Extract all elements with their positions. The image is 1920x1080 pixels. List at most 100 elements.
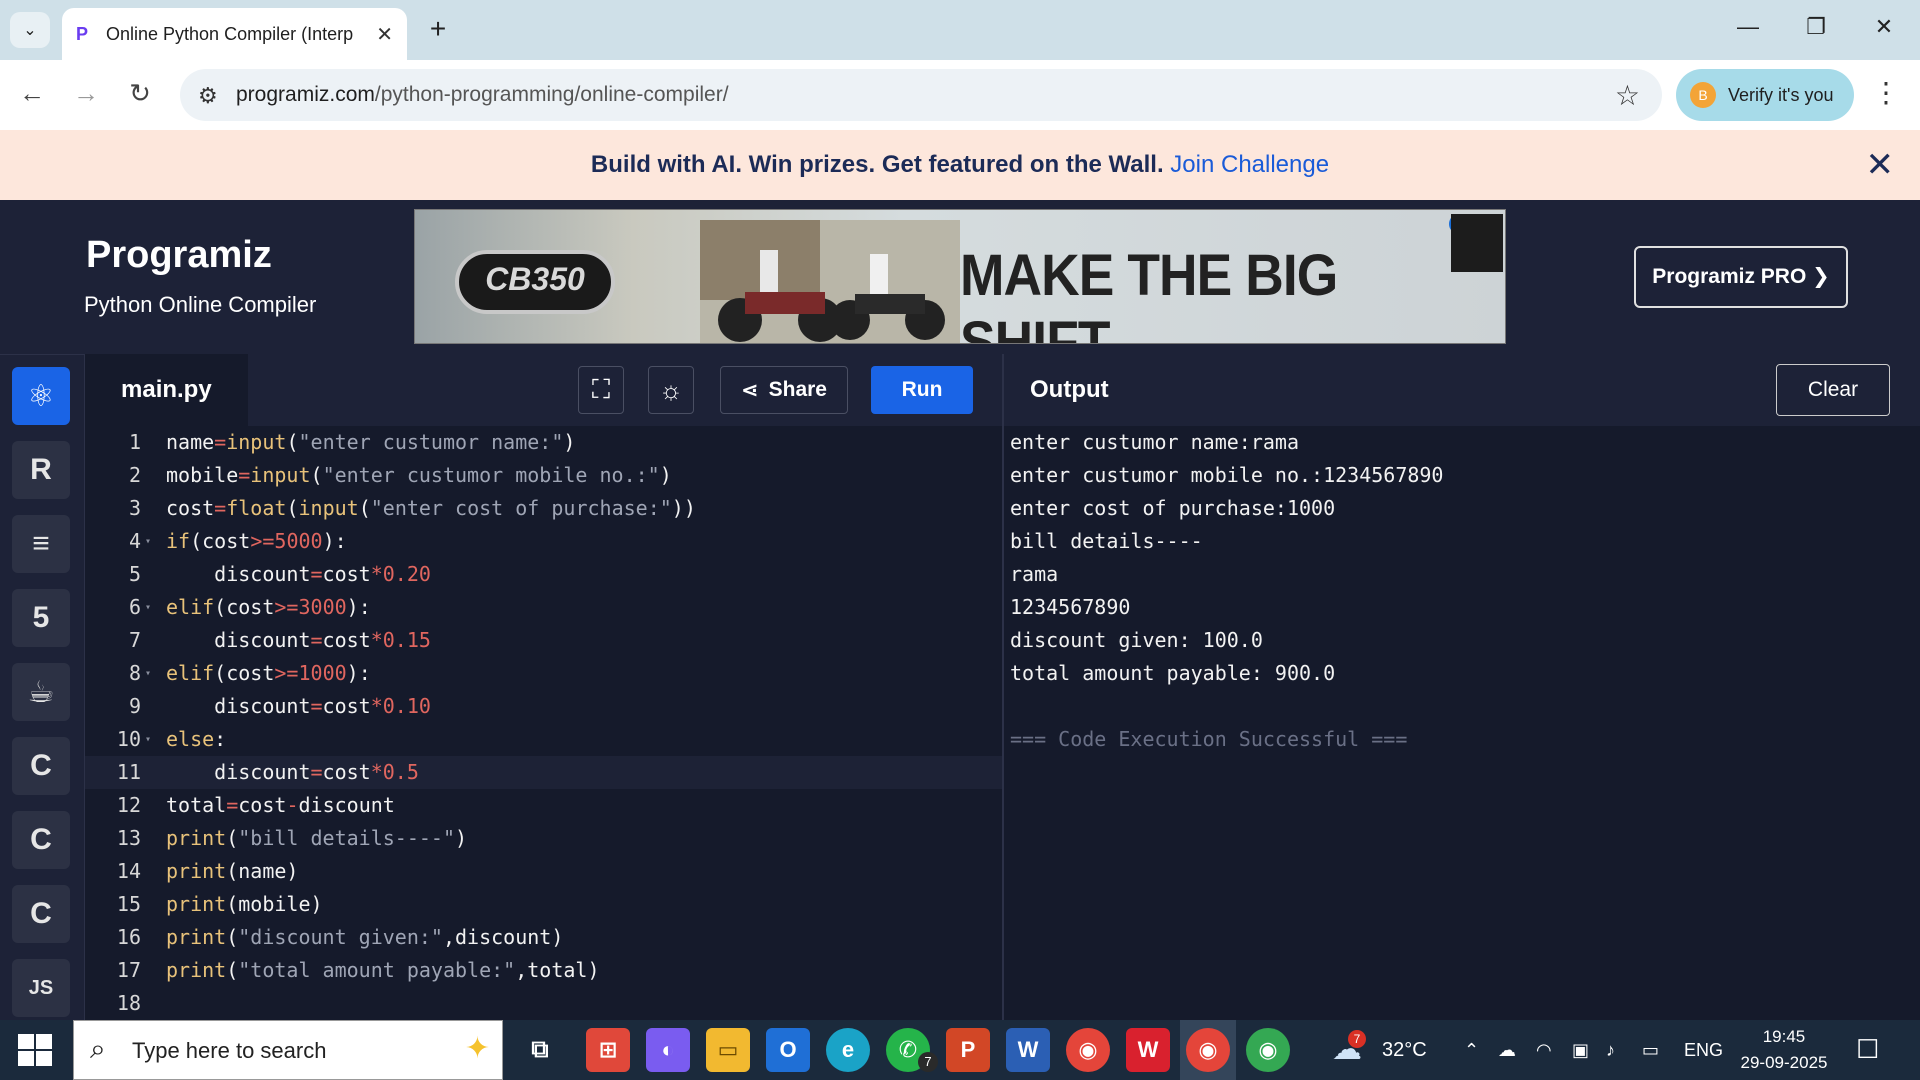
line-number: 7	[128, 628, 141, 652]
url-text[interactable]: programiz.com/python-programming/online-…	[236, 83, 729, 107]
code-line[interactable]: 8 ▾ elif(cost>=1000):	[85, 657, 1003, 690]
share-button[interactable]: ⋖ Share	[720, 366, 848, 414]
battery-icon[interactable]: ▭	[1642, 1020, 1659, 1080]
code-line[interactable]: 16 print("discount given:",discount)	[85, 921, 1003, 954]
advertisement-banner[interactable]: CB350 MAKE THE BIG SHIFT i	[414, 209, 1506, 344]
notification-icon[interactable]: ☐	[1856, 1034, 1879, 1065]
wifi-icon[interactable]: ◠	[1536, 1020, 1552, 1080]
fold-toggle-icon[interactable]: ▾	[145, 657, 151, 690]
weather-icon[interactable]: ☁	[1332, 1020, 1362, 1080]
code-line[interactable]: 10 ▾ else:	[85, 723, 1003, 756]
code-line[interactable]: 6 ▾ elif(cost>=3000):	[85, 591, 1003, 624]
volume-icon[interactable]: ♪	[1606, 1020, 1615, 1080]
code-text: total=cost-discount	[166, 793, 395, 817]
code-line[interactable]: 17 print("total amount payable:",total)	[85, 954, 1003, 987]
taskbar-search[interactable]: ⌕ Type here to search ✦	[73, 1020, 503, 1080]
window-close-icon[interactable]: ✕	[1864, 14, 1904, 40]
sidebar-item-cpp[interactable]: C	[12, 811, 70, 869]
address-toolbar: ← → ↻ ⚙ programiz.com/python-programming…	[0, 60, 1920, 130]
outlook-icon[interactable]: O	[766, 1028, 810, 1072]
programiz-logo[interactable]: Programiz	[86, 234, 272, 277]
code-line[interactable]: 15 print(mobile)	[85, 888, 1003, 921]
new-tab-button[interactable]: +	[422, 14, 454, 46]
line-number: 1	[128, 430, 141, 454]
url-bar[interactable]: ⚙ programiz.com/python-programming/onlin…	[180, 69, 1662, 121]
fold-toggle-icon[interactable]: ▾	[145, 723, 151, 756]
code-line[interactable]: 3 cost=float(input("enter cost of purchas…	[85, 492, 1003, 525]
code-text: discount=cost*0.10	[166, 694, 431, 718]
sidebar-item-python[interactable]: ⚛	[12, 367, 70, 425]
sidebar-item-c[interactable]: C	[12, 737, 70, 795]
meet-icon[interactable]: ▣	[1572, 1020, 1589, 1080]
code-area[interactable]: 1 name=input("enter custumor name:") 2 mobi…	[85, 426, 1003, 1020]
file-explorer-icon[interactable]: ▭	[706, 1028, 750, 1072]
reload-icon[interactable]: ↻	[122, 78, 158, 109]
code-text: elif(cost>=1000):	[166, 661, 371, 685]
windows-start-icon[interactable]	[18, 1034, 52, 1066]
fold-toggle-icon[interactable]: ▾	[145, 525, 151, 558]
clock[interactable]: 19:45 29-09-2025	[1736, 1024, 1832, 1076]
theme-toggle-button[interactable]: ☼	[648, 366, 694, 414]
code-line[interactable]: 14 print(name)	[85, 855, 1003, 888]
code-line[interactable]: 7 discount=cost*0.15	[85, 624, 1003, 657]
output-console[interactable]: enter custumor name:rama enter custumor m…	[1010, 426, 1443, 756]
promo-close-icon[interactable]: ✕	[1866, 130, 1895, 200]
sidebar-item-java[interactable]: ☕	[12, 663, 70, 721]
avatar: B	[1690, 82, 1716, 108]
file-tab-main-py[interactable]: main.py	[85, 354, 248, 426]
sidebar-item-js[interactable]: JS	[12, 959, 70, 1017]
sidebar-item-sql[interactable]: ≡	[12, 515, 70, 573]
code-line[interactable]: 4 ▾ if(cost>=5000):	[85, 525, 1003, 558]
language-indicator[interactable]: ENG	[1684, 1020, 1723, 1080]
minimize-icon[interactable]: —	[1728, 14, 1768, 40]
url-host: programiz.com	[236, 83, 375, 106]
editor-toolbar: main.py ⛶ ☼ ⋖ Share Run	[85, 354, 1003, 426]
forward-icon[interactable]: →	[68, 78, 104, 109]
browser-tab[interactable]: P Online Python Compiler (Interp ✕	[62, 8, 407, 60]
code-line[interactable]: 18	[85, 987, 1003, 1020]
chrome-icon[interactable]: ◉	[1066, 1028, 1110, 1072]
sidebar-item-csharp[interactable]: C	[12, 885, 70, 943]
windows-taskbar: ⌕ Type here to search ✦ ⧉ ⊞ ◐ ▭ O e ✆ 7 …	[0, 1020, 1920, 1080]
share-label: Share	[768, 378, 827, 401]
fullscreen-button[interactable]: ⛶	[578, 366, 624, 414]
csharp-icon: C	[30, 897, 52, 930]
sidebar-item-r[interactable]: R	[12, 441, 70, 499]
browser-menu-icon[interactable]: ⋮	[1872, 76, 1900, 109]
powerpoint-icon[interactable]: P	[946, 1028, 990, 1072]
programiz-pro-button[interactable]: Programiz PRO ❯	[1634, 246, 1848, 308]
tab-close-icon[interactable]: ✕	[376, 22, 393, 47]
chrome-profile-icon[interactable]: ◉	[1186, 1028, 1230, 1072]
code-line[interactable]: 9 discount=cost*0.10	[85, 690, 1003, 723]
code-line[interactable]: 1 name=input("enter custumor name:")	[85, 426, 1003, 459]
clear-button[interactable]: Clear	[1776, 364, 1890, 416]
database-icon: ≡	[32, 527, 50, 560]
run-button[interactable]: Run	[871, 366, 973, 414]
onedrive-icon[interactable]: ☁	[1498, 1020, 1516, 1080]
code-line[interactable]: 11 discount=cost*0.5	[85, 756, 1003, 789]
chrome-profile-b-icon[interactable]: ◉	[1246, 1028, 1290, 1072]
js-icon: JS	[28, 976, 54, 999]
fold-toggle-icon[interactable]: ▾	[145, 591, 151, 624]
back-icon[interactable]: ←	[14, 78, 50, 109]
microsoft-store-icon[interactable]: ⊞	[586, 1028, 630, 1072]
chevron-up-icon[interactable]: ⌃	[1464, 1020, 1479, 1080]
profile-verify-button[interactable]: B Verify it's you	[1676, 69, 1854, 121]
restore-icon[interactable]: ❐	[1796, 14, 1836, 40]
task-view-icon[interactable]: ⧉	[518, 1028, 562, 1072]
whatsapp-badge: 7	[918, 1052, 938, 1072]
code-line[interactable]: 12 total=cost-discount	[85, 789, 1003, 822]
word-icon[interactable]: W	[1006, 1028, 1050, 1072]
sidebar-item-html[interactable]: 5	[12, 589, 70, 647]
site-info-icon[interactable]: ⚙	[198, 83, 218, 109]
copilot-icon[interactable]: ◐	[646, 1028, 690, 1072]
edge-icon[interactable]: e	[826, 1028, 870, 1072]
join-challenge-link[interactable]: Join Challenge	[1170, 151, 1329, 178]
tab-search-button[interactable]: ⌄	[10, 12, 50, 48]
code-line[interactable]: 5 discount=cost*0.20	[85, 558, 1003, 591]
code-line[interactable]: 2 mobile=input("enter custumor mobile no.…	[85, 459, 1003, 492]
code-line[interactable]: 13 print("bill details----")	[85, 822, 1003, 855]
bookmark-star-icon[interactable]: ☆	[1615, 79, 1640, 112]
wps-icon[interactable]: W	[1126, 1028, 1170, 1072]
temperature[interactable]: 32°C	[1382, 1020, 1427, 1080]
